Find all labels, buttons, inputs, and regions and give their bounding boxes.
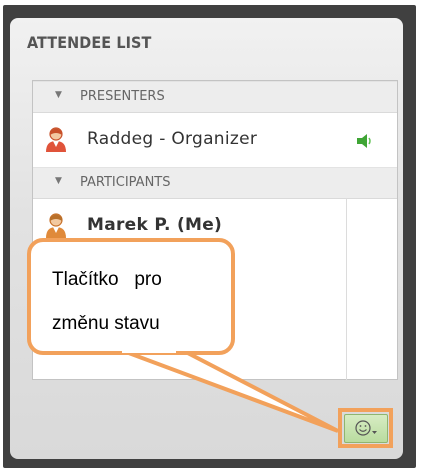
callout-text: Tlačítko pro změnu stavu <box>52 258 232 346</box>
callout-line-2: změnu stavu <box>52 313 160 334</box>
callout-pointer-mask <box>122 344 176 353</box>
callout-line-1: Tlačítko pro <box>52 269 162 290</box>
